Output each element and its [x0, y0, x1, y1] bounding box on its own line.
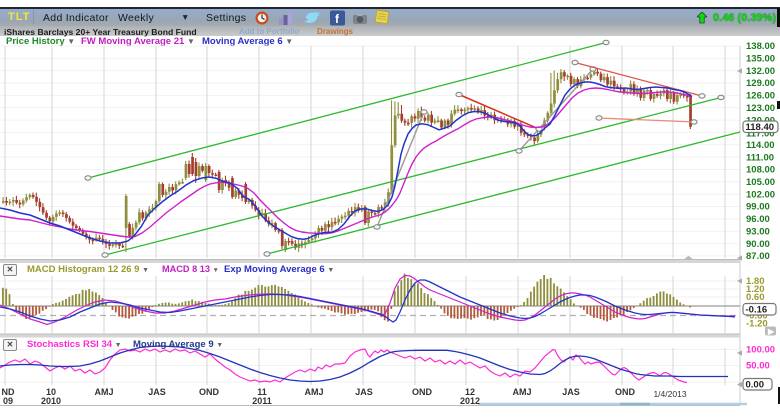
svg-text:138.00: 138.00: [746, 41, 775, 52]
svg-text:105.00: 105.00: [746, 177, 775, 188]
svg-text:OND: OND: [412, 387, 433, 397]
svg-text:OND: OND: [199, 387, 220, 397]
svg-text:118.40: 118.40: [746, 122, 775, 133]
svg-text:2012: 2012: [460, 396, 480, 406]
svg-text:0.00: 0.00: [746, 380, 765, 391]
svg-text:99.00: 99.00: [746, 202, 770, 213]
svg-text:102.00: 102.00: [746, 189, 775, 200]
svg-text:▶: ▶: [767, 327, 775, 336]
svg-text:50.00: 50.00: [746, 361, 770, 372]
svg-text:87.00: 87.00: [746, 251, 770, 262]
svg-text:135.00: 135.00: [746, 54, 775, 65]
svg-text:AMJ: AMJ: [304, 387, 323, 397]
svg-text:AMJ: AMJ: [94, 387, 113, 397]
svg-text:1/4/2013: 1/4/2013: [653, 389, 686, 399]
svg-text:132.00: 132.00: [746, 66, 775, 77]
svg-text:AMJ: AMJ: [512, 387, 531, 397]
svg-text:2010: 2010: [41, 396, 61, 406]
svg-text:90.00: 90.00: [746, 239, 770, 250]
svg-text:111.00: 111.00: [746, 152, 774, 163]
svg-text:JAS: JAS: [148, 387, 166, 397]
svg-text:JAS: JAS: [355, 387, 373, 397]
svg-text:126.00: 126.00: [746, 91, 775, 102]
svg-text:123.00: 123.00: [746, 103, 775, 114]
svg-text:108.00: 108.00: [746, 165, 775, 176]
svg-text:114.00: 114.00: [746, 140, 775, 151]
svg-text:OND: OND: [615, 387, 636, 397]
svg-text:100.00: 100.00: [746, 345, 775, 356]
svg-text:-0.16: -0.16: [746, 305, 768, 316]
svg-text:09: 09: [3, 396, 13, 406]
svg-text:2011: 2011: [252, 396, 272, 406]
svg-text:96.00: 96.00: [746, 214, 770, 225]
svg-text:129.00: 129.00: [746, 78, 775, 89]
svg-text:0.60: 0.60: [746, 292, 765, 303]
svg-text:JAS: JAS: [562, 387, 580, 397]
svg-text:93.00: 93.00: [746, 226, 770, 237]
